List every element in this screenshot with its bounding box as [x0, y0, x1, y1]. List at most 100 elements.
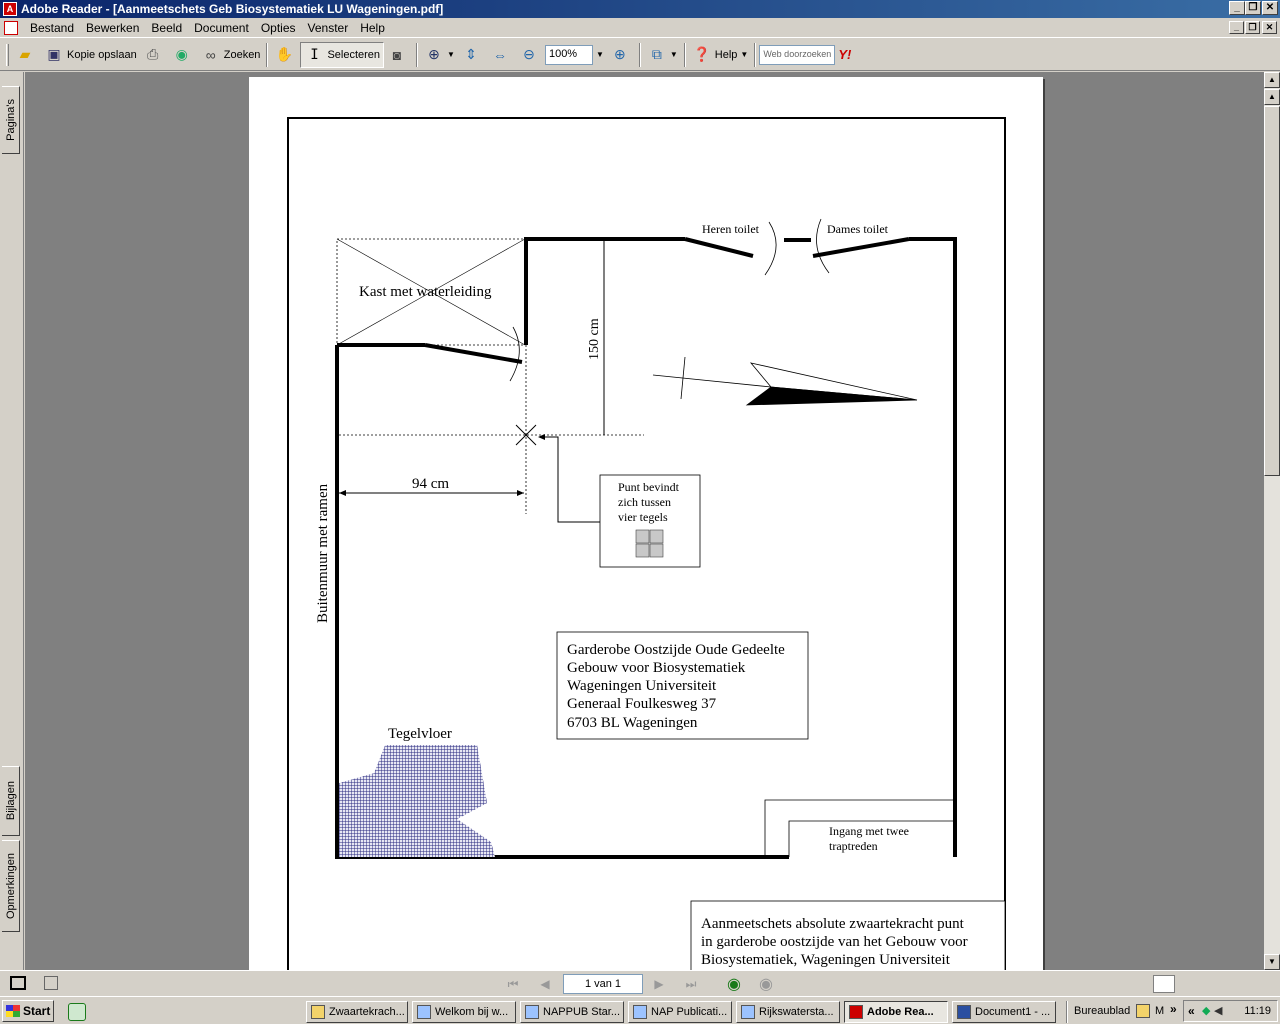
menu-bewerken[interactable]: Bewerken — [80, 21, 145, 35]
window-title: Adobe Reader - [Aanmeetschets Geb Biosys… — [21, 2, 444, 16]
toolbar-grip[interactable] — [6, 43, 9, 66]
save-icon: ▣ — [47, 46, 61, 62]
scroll-up-button[interactable]: ▲ — [1264, 89, 1280, 105]
zoom-out-button[interactable]: ⊖ — [516, 42, 545, 68]
desktop-folder-icon[interactable] — [1136, 1004, 1150, 1018]
task-nap-publicaties[interactable]: NAP Publicati... — [628, 1001, 732, 1023]
start-label: Start — [23, 1003, 51, 1018]
fit-height-button[interactable]: ⇕ — [458, 42, 487, 68]
hand-icon: ✋ — [275, 46, 294, 62]
select-tool-button[interactable]: I Selecteren — [300, 41, 385, 68]
vertical-scrollbar[interactable]: ▲ ▲ ▼ — [1264, 72, 1280, 970]
adobe-reader-icon — [849, 1005, 863, 1019]
continuous-view-icon[interactable] — [44, 976, 58, 990]
single-page-layout-button[interactable] — [1153, 975, 1175, 993]
restore-button[interactable]: ❐ — [1245, 1, 1261, 15]
quick-launch-icon[interactable] — [68, 1003, 86, 1021]
task-nappub[interactable]: NAPPUB Star... — [520, 1001, 624, 1023]
magnifier-plus-icon: ⊕ — [428, 46, 440, 62]
desktop-toolbar-label[interactable]: Bureaublad — [1074, 1005, 1130, 1017]
tab-attachments[interactable]: Bijlagen — [2, 766, 20, 836]
page-indicator[interactable]: 1 van 1 — [563, 974, 643, 994]
task-adobe-reader[interactable]: Adobe Rea... — [844, 1001, 948, 1023]
help-button[interactable]: ❓ Help ▼ — [689, 42, 752, 68]
toolbar-overflow-label[interactable]: M — [1155, 1005, 1164, 1017]
forward-button[interactable]: ◉ — [757, 975, 775, 993]
next-page-button[interactable]: ▶ — [650, 975, 668, 993]
task-label: Zwaartekrach... — [329, 1006, 405, 1018]
pdf-page[interactable]: Kast met waterleiding Heren toilet Dames… — [249, 77, 1043, 970]
menu-document[interactable]: Document — [188, 21, 255, 35]
toolbar: ▰ ▣ Kopie opslaan ⎙ ◉ ∞ Zoeken ✋ I Selecter… — [0, 39, 1280, 71]
close-button[interactable]: ✕ — [1262, 1, 1278, 15]
back-button[interactable]: ◉ — [725, 975, 743, 993]
task-label: Adobe Rea... — [867, 1006, 934, 1018]
zoom-level-input[interactable]: 100% — [544, 44, 593, 65]
zoom-in-step-button[interactable]: ⊕ — [607, 42, 636, 68]
zoom-in-button[interactable]: ⊕ ▼ — [421, 42, 458, 68]
menu-help[interactable]: Help — [354, 21, 391, 35]
search-button[interactable]: ∞ Zoeken — [198, 42, 264, 68]
menu-opties[interactable]: Opties — [255, 21, 302, 35]
network-icon[interactable]: ◆ — [1202, 1004, 1214, 1018]
scroll-split-button[interactable]: ▲ — [1264, 72, 1280, 88]
continuous-layout-button[interactable] — [1188, 975, 1204, 993]
zoom-level-dropdown[interactable]: ▼ — [593, 42, 607, 68]
task-zwaartekracht[interactable]: Zwaartekrach... — [306, 1001, 408, 1023]
dimension-150: 150 cm — [587, 240, 605, 435]
clock[interactable]: 11:19 — [1244, 1005, 1271, 1017]
open-button[interactable]: ▰ — [12, 42, 41, 68]
doc-minimize-button[interactable]: _ — [1229, 21, 1244, 34]
last-page-button[interactable]: ⏭ — [682, 975, 700, 993]
facing-layout-button[interactable] — [1220, 975, 1236, 993]
doc-restore-button[interactable]: ❐ — [1245, 21, 1260, 34]
volume-icon[interactable]: ◀ — [1214, 1004, 1226, 1018]
web-search-input[interactable]: Web doorzoeken — [759, 44, 836, 65]
adobe-reader-icon: A — [3, 2, 17, 16]
tab-pages[interactable]: Pagina's — [2, 86, 20, 154]
task-welkom[interactable]: Welkom bij w... — [412, 1001, 516, 1023]
fit-width-button[interactable]: ⇔ — [487, 42, 516, 68]
chevron-down-icon: ▼ — [595, 50, 604, 59]
men-toilet-label: Heren toilet — [702, 222, 760, 236]
windows-taskbar: Start Zwaartekrach... Welkom bij w... NA… — [0, 996, 1280, 1024]
tab-comments[interactable]: Opmerkingen — [2, 840, 20, 932]
toolbar-separator — [683, 42, 686, 67]
tray-expand-icon[interactable]: « — [1188, 1004, 1195, 1018]
ie-icon — [417, 1005, 431, 1019]
globe-mail-icon: ◉ — [175, 46, 188, 62]
doc-close-button[interactable]: ✕ — [1262, 21, 1277, 34]
rotate-button[interactable]: ⧉ ▼ — [644, 42, 681, 68]
toolbar-separator — [754, 42, 757, 67]
scroll-thumb[interactable] — [1264, 106, 1280, 476]
menu-bestand[interactable]: Bestand — [24, 21, 80, 35]
print-button[interactable]: ⎙ — [140, 42, 169, 68]
fit-page-icon: ⇕ — [465, 46, 477, 62]
minimize-button[interactable]: _ — [1229, 1, 1245, 15]
save-copy-button[interactable]: ▣ Kopie opslaan — [41, 42, 140, 68]
rotate-dropdown-arrow-icon[interactable]: ▼ — [670, 50, 678, 59]
email-button[interactable]: ◉ — [169, 42, 198, 68]
binoculars-icon: ∞ — [205, 46, 216, 63]
yahoo-search-button[interactable]: Y! — [835, 42, 854, 68]
arrow-up-icon: ▲ — [1268, 92, 1276, 101]
text-cursor-icon: I — [310, 46, 319, 63]
menu-beeld[interactable]: Beeld — [145, 21, 188, 35]
first-page-button[interactable]: ⏮ — [504, 975, 522, 993]
continuous-facing-layout-button[interactable] — [1252, 975, 1268, 993]
snapshot-button[interactable]: ◙ — [384, 42, 413, 68]
help-dropdown-arrow-icon[interactable]: ▼ — [740, 50, 748, 59]
hand-tool-button[interactable]: ✋ — [271, 42, 300, 68]
pdf-document-icon[interactable] — [4, 20, 18, 35]
chevron-right-icon[interactable]: » — [1170, 1002, 1177, 1016]
previous-page-button[interactable]: ◀ — [536, 975, 554, 993]
task-document1[interactable]: Document1 - ... — [952, 1001, 1056, 1023]
start-button[interactable]: Start — [2, 999, 54, 1022]
task-rijkswaterstaat[interactable]: Rijkswatersta... — [736, 1001, 840, 1023]
status-bar: ⏮ ◀ 1 van 1 ▶ ⏭ ◉ ◉ — [0, 970, 1280, 996]
scroll-down-button[interactable]: ▼ — [1264, 954, 1280, 970]
menu-venster[interactable]: Venster — [302, 21, 355, 35]
zoom-dropdown-arrow-icon[interactable]: ▼ — [447, 50, 455, 59]
single-page-view-icon[interactable] — [10, 976, 26, 990]
document-viewport[interactable]: Kast met waterleiding Heren toilet Dames… — [25, 72, 1264, 970]
